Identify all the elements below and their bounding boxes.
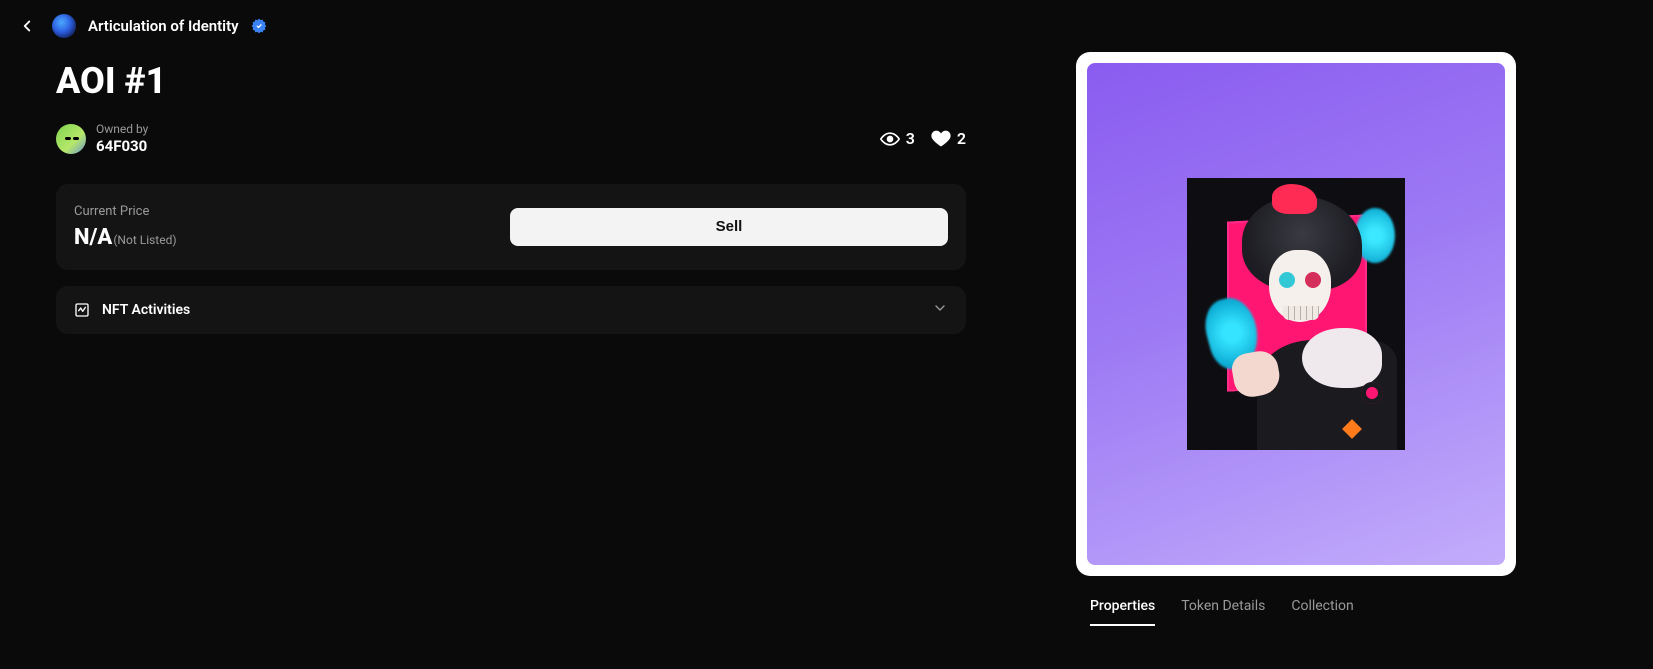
chevron-left-icon: [18, 17, 36, 35]
verified-badge-icon: [251, 18, 267, 34]
collection-name[interactable]: Articulation of Identity: [88, 17, 239, 35]
nft-image-background: [1087, 63, 1505, 565]
tab-properties[interactable]: Properties: [1090, 598, 1155, 626]
tab-collection[interactable]: Collection: [1291, 598, 1353, 626]
owner-text: Owned by 64F030: [96, 122, 148, 156]
nft-artwork: [1187, 178, 1405, 450]
heart-icon: [931, 129, 951, 149]
right-column: Properties Token Details Collection: [1076, 52, 1516, 626]
owned-by-label: Owned by: [96, 122, 148, 137]
nft-image-frame[interactable]: [1076, 52, 1516, 576]
likes-stat[interactable]: 2: [931, 129, 966, 149]
back-button[interactable]: [18, 17, 36, 35]
current-price-label: Current Price: [74, 204, 177, 219]
views-count: 3: [906, 129, 915, 148]
owner-stats-row: Owned by 64F030 3 2: [56, 122, 966, 156]
main-content: AOI #1 Owned by 64F030 3 2: [0, 52, 1653, 626]
views-stat: 3: [880, 129, 915, 149]
activity-icon: [74, 302, 90, 318]
nft-title: AOI #1: [56, 60, 966, 102]
eye-icon: [880, 129, 900, 149]
activities-title: NFT Activities: [102, 302, 190, 318]
sell-button[interactable]: Sell: [510, 208, 948, 246]
nft-activities-toggle[interactable]: NFT Activities: [56, 286, 966, 334]
left-column: AOI #1 Owned by 64F030 3 2: [56, 52, 966, 626]
tab-token-details[interactable]: Token Details: [1181, 598, 1265, 626]
owner-avatar: [56, 124, 86, 154]
likes-count: 2: [957, 129, 966, 148]
collection-avatar[interactable]: [52, 14, 76, 38]
price-card: Current Price N/A (Not Listed) Sell: [56, 184, 966, 270]
price-note: (Not Listed): [113, 233, 176, 247]
price-info: Current Price N/A (Not Listed): [74, 204, 177, 250]
owner-info[interactable]: Owned by 64F030: [56, 122, 148, 156]
page-header: Articulation of Identity: [0, 0, 1653, 52]
price-value: N/A: [74, 225, 112, 250]
owner-address: 64F030: [96, 137, 148, 156]
chevron-down-icon: [932, 300, 948, 320]
stats-group: 3 2: [880, 129, 966, 149]
detail-tabs: Properties Token Details Collection: [1076, 598, 1516, 626]
